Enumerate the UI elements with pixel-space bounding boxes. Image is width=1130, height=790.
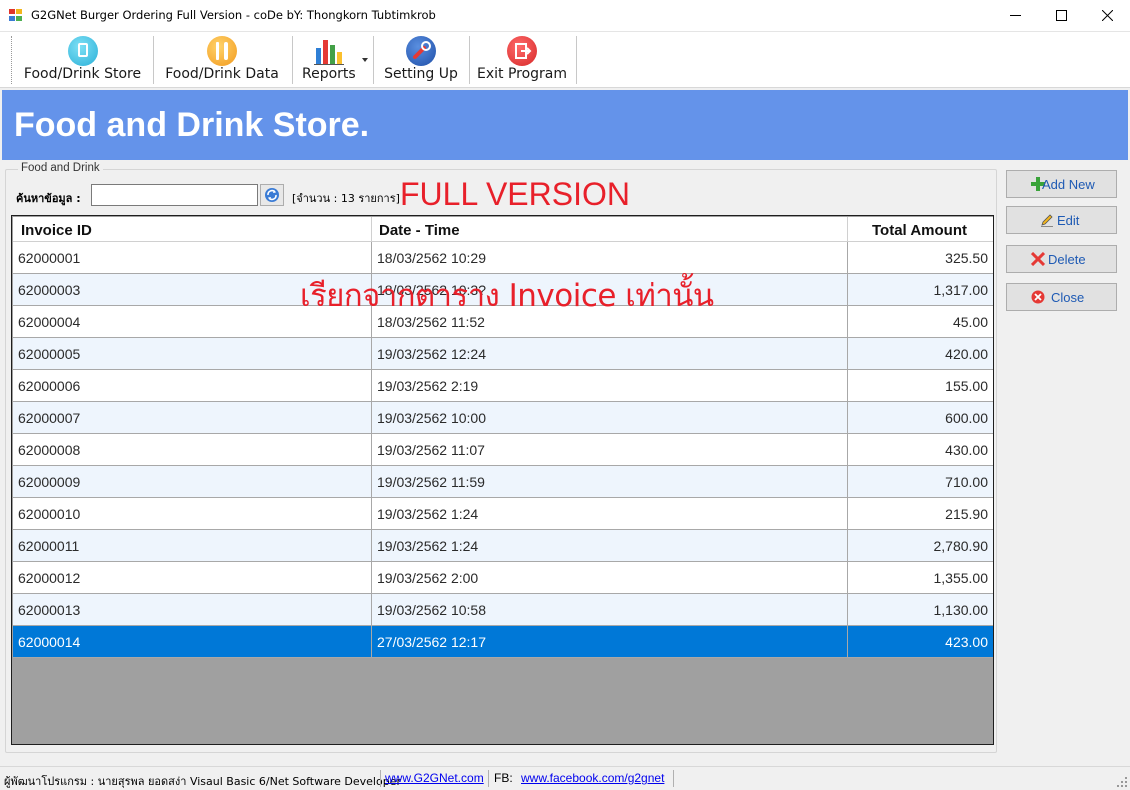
table-row[interactable]: 62000006 19/03/2562 2:19 155.00 [13,370,993,402]
table-row[interactable]: 62000013 19/03/2562 10:58 1,130.00 [13,594,993,626]
record-count: [จำนวน : 13 รายการ] [292,192,400,205]
table-row[interactable]: 62000012 19/03/2562 2:00 1,355.00 [13,562,993,594]
datetime-cell: 19/03/2562 1:24 [372,530,848,561]
amount-cell: 420.00 [945,346,988,362]
close-button[interactable]: Close [1006,283,1117,311]
datetime-cell: 19/03/2562 2:00 [372,562,848,593]
add-new-button[interactable]: Add New [1006,170,1117,198]
datetime-cell: 19/03/2562 11:59 [372,466,848,497]
datetime-cell: 19/03/2562 12:24 [372,338,848,369]
close-circle-icon [1031,290,1045,304]
datetime-cell: 27/03/2562 12:17 [372,626,848,657]
page-title: Food and Drink Store. [14,106,370,144]
invoice-id-cell: 62000007 [13,402,372,433]
close-window-button[interactable] [1084,0,1130,31]
table-row[interactable]: 62000008 19/03/2562 11:07 430.00 [13,434,993,466]
status-bar: ผู้พัฒนาโปรแกรม : นายสุรพล ยอดสง่า Visau… [0,766,1130,790]
invoice-id-cell: 62000010 [13,498,372,529]
invoice-id-cell: 62000005 [13,338,372,369]
group-legend: Food and Drink [18,162,103,174]
invoice-id-cell: 62000013 [13,594,372,625]
invoice-id-cell: 62000009 [13,466,372,497]
toolbar-grip[interactable] [11,36,14,84]
thai-annotation: เรียกจากตาราง Invoice เท่านั้น [300,278,714,314]
amount-cell: 1,130.00 [933,602,989,618]
minimize-icon [1010,15,1021,16]
column-header-date-time[interactable]: Date - Time [372,217,848,242]
developer-info: ผู้พัฒนาโปรแกรม : นายสุรพล ยอดสง่า Visau… [4,775,401,788]
amount-cell: 1,355.00 [933,570,989,586]
bar-chart-icon [314,36,344,66]
table-row[interactable]: 62000005 19/03/2562 12:24 420.00 [13,338,993,370]
table-row[interactable]: 62000011 19/03/2562 1:24 2,780.90 [13,530,993,562]
chevron-down-icon[interactable] [362,58,368,62]
wrench-icon [406,36,436,66]
title-bar: G2GNet Burger Ordering Full Version - co… [0,0,1130,32]
amount-cell: 2,780.90 [933,538,989,554]
column-header-total-amount[interactable]: Total Amount [848,217,993,242]
full-version-annotation: FULL VERSION [400,176,630,212]
grid-header: Invoice ID Date - Time Total Amount [13,217,993,242]
toolbar: Food/Drink Store Food/Drink Data Reports [0,32,1130,88]
edit-button[interactable]: Edit [1006,206,1117,234]
close-icon [1102,10,1113,21]
amount-cell: 423.00 [945,634,988,650]
toolbar-food-drink-data[interactable]: Food/Drink Data [157,34,287,86]
datetime-cell: 19/03/2562 11:07 [372,434,848,465]
invoice-id-cell: 62000011 [13,530,372,561]
exit-icon [507,36,537,66]
search-input[interactable] [91,184,258,206]
amount-cell: 155.00 [945,378,988,394]
column-header-invoice-id[interactable]: Invoice ID [13,217,372,242]
datetime-cell: 19/03/2562 1:24 [372,498,848,529]
pencil-icon [1041,214,1053,227]
table-row[interactable]: 62000014 27/03/2562 12:17 423.00 [13,626,993,658]
fb-label: FB: [494,771,513,785]
datetime-cell: 19/03/2562 2:19 [372,370,848,401]
food-data-icon [207,36,237,66]
search-label: ค้นหาข้อมูล : [16,192,81,205]
datetime-cell: 19/03/2562 10:58 [372,594,848,625]
facebook-link[interactable]: www.facebook.com/g2gnet [521,771,664,785]
invoice-id-cell: 62000006 [13,370,372,401]
table-row[interactable]: 62000009 19/03/2562 11:59 710.00 [13,466,993,498]
minimize-button[interactable] [992,0,1038,31]
delete-button[interactable]: Delete [1006,245,1117,273]
amount-cell: 710.00 [945,474,988,490]
datetime-cell: 18/03/2562 10:29 [372,242,848,273]
invoice-id-cell: 62000014 [13,626,372,657]
site-link[interactable]: www.G2GNet.com [385,771,484,785]
table-row[interactable]: 62000007 19/03/2562 10:00 600.00 [13,402,993,434]
delete-icon [1031,252,1045,266]
invoice-id-cell: 62000012 [13,562,372,593]
window-title: G2GNet Burger Ordering Full Version - co… [31,8,436,22]
amount-cell: 1,317.00 [933,282,989,298]
amount-cell: 430.00 [945,442,988,458]
refresh-button[interactable] [260,184,284,206]
toolbar-setting-up[interactable]: Setting Up [378,34,464,86]
maximize-button[interactable] [1038,0,1084,31]
resize-grip-icon[interactable] [1116,776,1128,788]
refresh-icon [265,188,279,202]
amount-cell: 325.50 [945,250,988,266]
table-row[interactable]: 62000010 19/03/2562 1:24 215.90 [13,498,993,530]
amount-cell: 600.00 [945,410,988,426]
header-banner: Food and Drink Store. [2,90,1128,160]
toolbar-food-drink-store[interactable]: Food/Drink Store [17,34,148,86]
toolbar-exit-program[interactable]: Exit Program [473,34,571,86]
invoice-id-cell: 62000001 [13,242,372,273]
store-icon [68,36,98,66]
app-icon [9,9,23,22]
datetime-cell: 19/03/2562 10:00 [372,402,848,433]
invoice-id-cell: 62000008 [13,434,372,465]
amount-cell: 45.00 [952,314,988,330]
maximize-icon [1056,10,1067,21]
toolbar-reports[interactable]: Reports [296,34,368,86]
amount-cell: 215.90 [945,506,988,522]
